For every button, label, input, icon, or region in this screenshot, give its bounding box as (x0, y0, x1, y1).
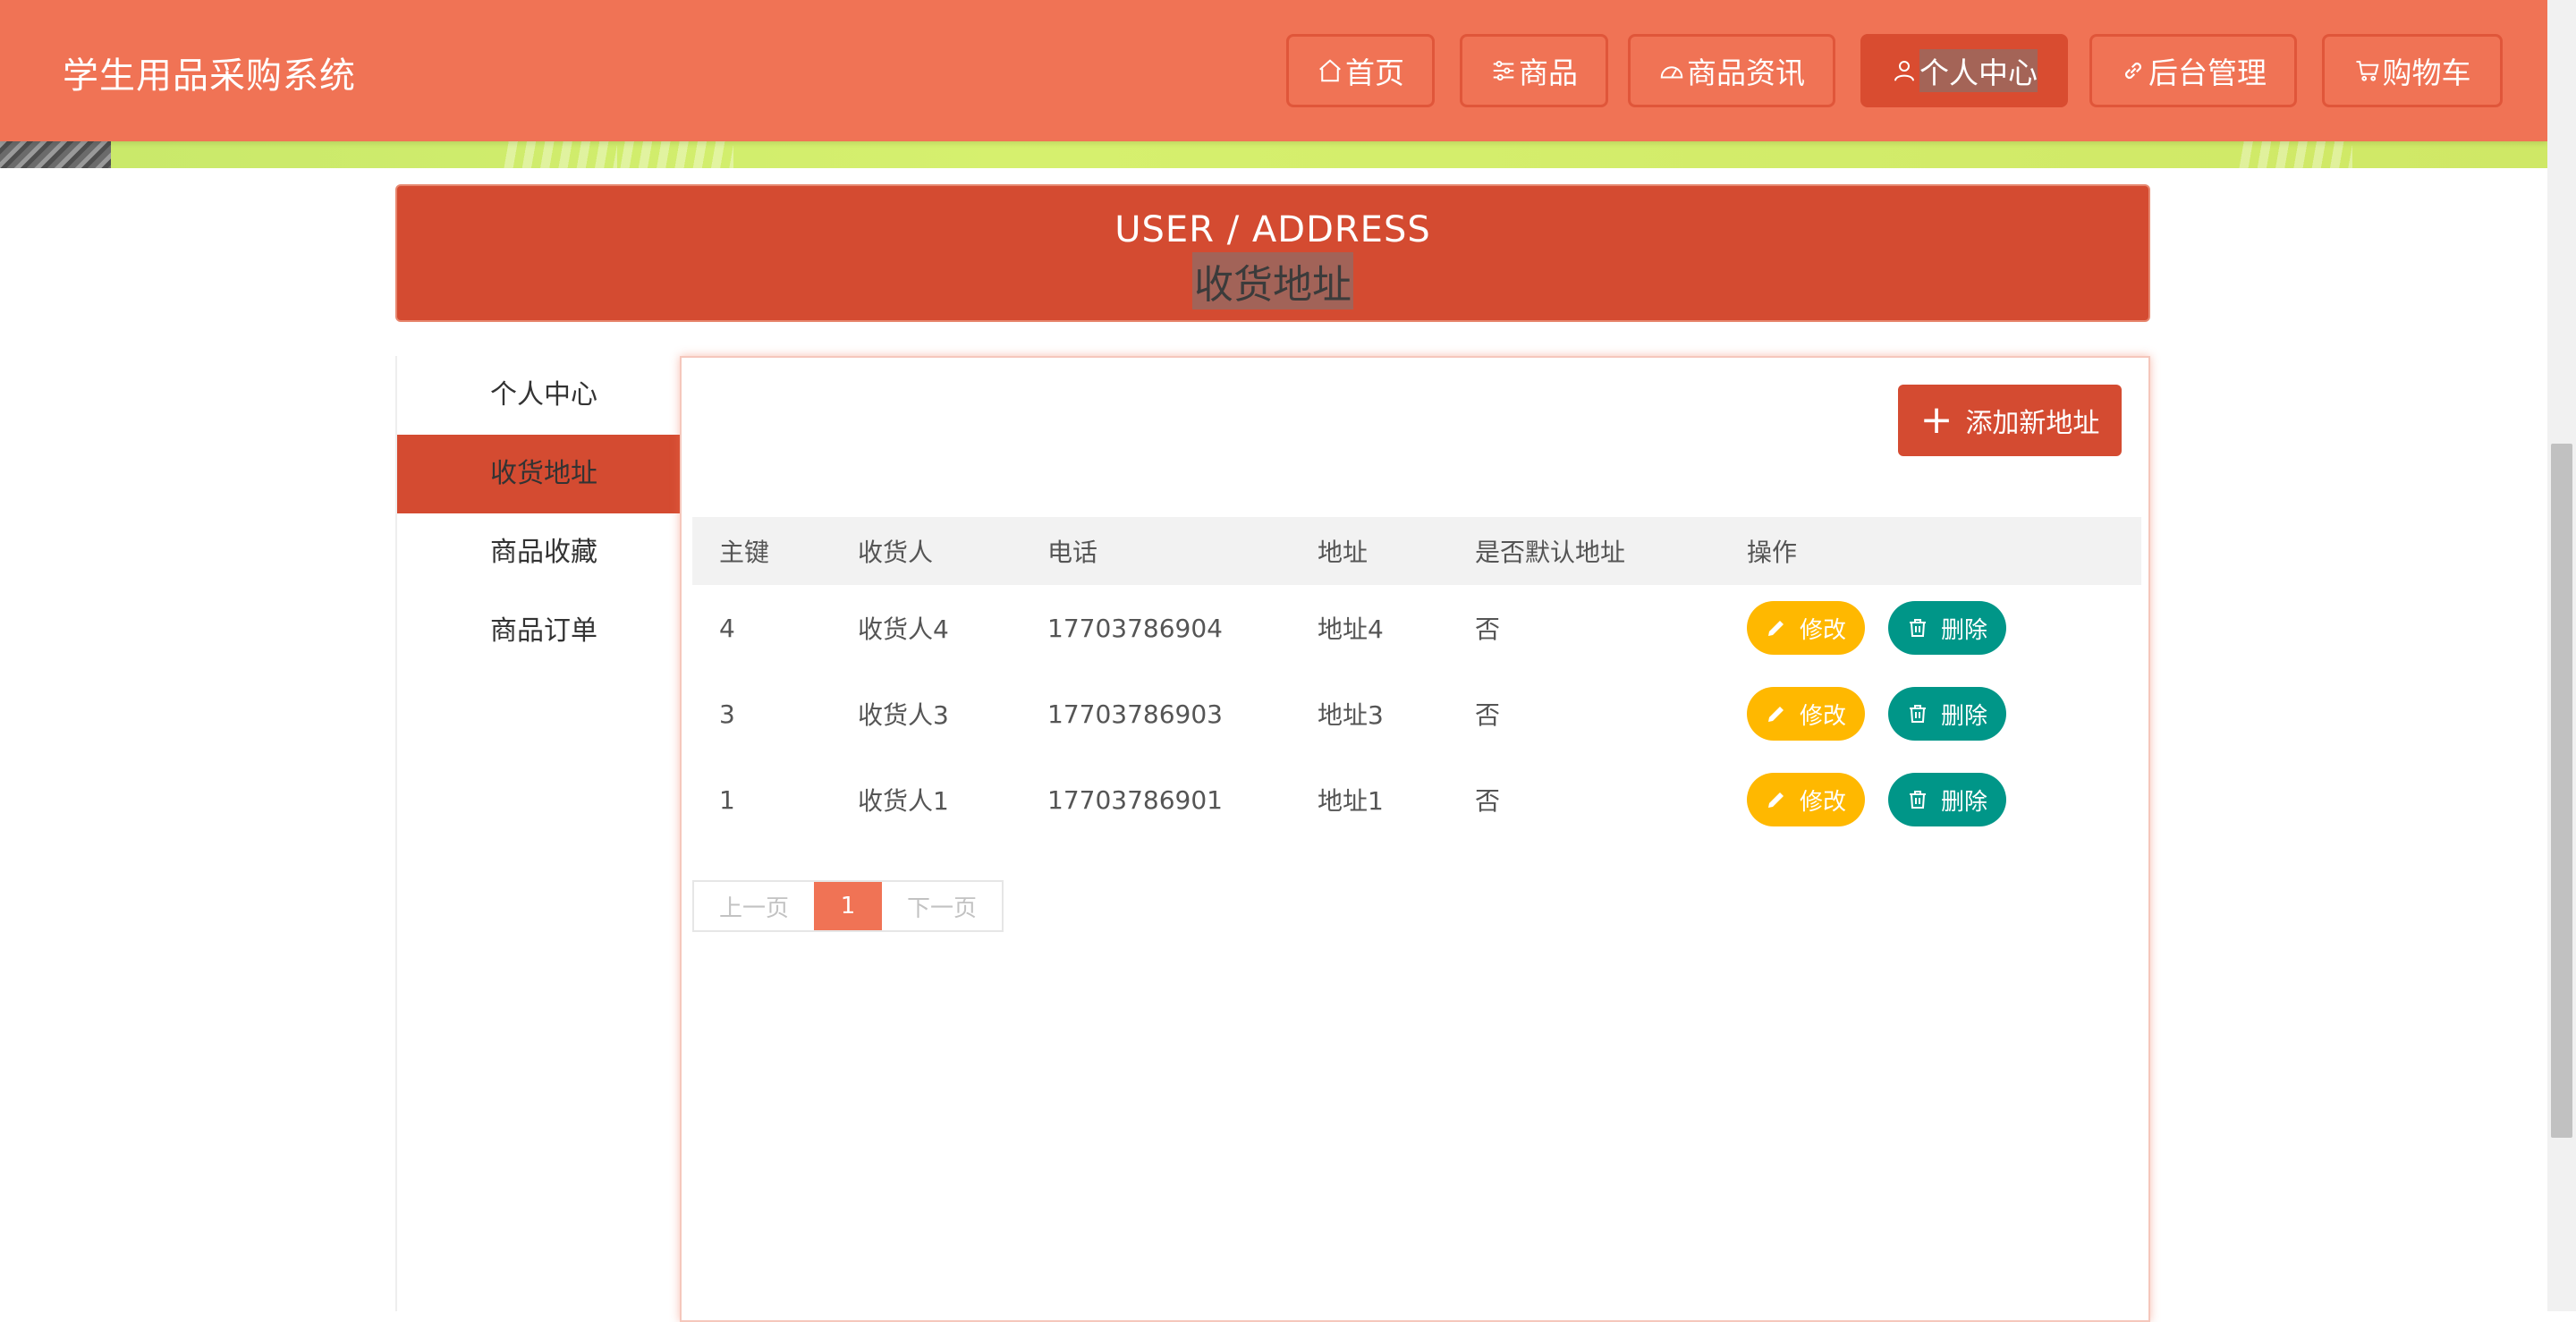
table-row: 4 收货人4 17703786904 地址4 否 修改 删除 (692, 585, 2141, 671)
nav-goods-button[interactable]: 商品 (1460, 34, 1608, 107)
table-row: 1 收货人1 17703786901 地址1 否 修改 删除 (692, 757, 2141, 843)
cart-icon (2356, 61, 2379, 81)
cell-id: 3 (719, 699, 735, 729)
cell-name: 收货人3 (858, 700, 949, 730)
edit-button[interactable]: 修改 (1747, 773, 1865, 826)
table-row: 3 收货人3 17703786903 地址3 否 修改 删除 (692, 671, 2141, 757)
column-header-address: 地址 (1291, 517, 1448, 585)
add-address-button[interactable]: + 添加新地址 (1898, 385, 2122, 456)
column-header-actions: 操作 (1720, 517, 2141, 585)
home-icon (1319, 59, 1341, 82)
column-header-phone: 电话 (1021, 517, 1291, 585)
cell-phone: 17703786904 (1047, 613, 1223, 643)
edit-button[interactable]: 修改 (1747, 601, 1865, 655)
column-header-default: 是否默认地址 (1448, 517, 1720, 585)
column-header-id: 主键 (692, 517, 831, 585)
cell-address: 地址4 (1318, 614, 1384, 644)
add-address-label: 添加新地址 (1965, 408, 2100, 439)
cell-actions: 修改 删除 (1720, 585, 2141, 671)
sliders-icon (1493, 61, 1514, 81)
edit-button[interactable]: 修改 (1747, 687, 1865, 741)
trash-icon (1909, 619, 1926, 637)
page-heading-en: USER / ADDRESS (1114, 209, 1431, 250)
cell-default: 否 (1475, 614, 1501, 644)
cell-default: 否 (1475, 700, 1501, 730)
cell-address: 地址3 (1318, 700, 1384, 730)
delete-label: 删除 (1940, 788, 1987, 816)
pagination: 上一页 1 下一页 (692, 880, 1004, 932)
sidebar-item-address[interactable]: 收货地址 (397, 435, 682, 513)
column-header-name: 收货人 (831, 517, 1021, 585)
nav-news-label: 商品资讯 (1687, 55, 1805, 90)
nav-cart-label: 购物车 (2382, 55, 2471, 90)
user-sidebar: 个人中心 收货地址 商品收藏 商品订单 (395, 356, 682, 1311)
pencil-icon (1767, 707, 1784, 722)
cell-name: 收货人4 (858, 614, 949, 644)
nav-admin-label: 后台管理 (2148, 55, 2267, 90)
pencil-icon (1767, 792, 1784, 808)
nav-admin-button[interactable]: 后台管理 (2089, 34, 2297, 107)
cell-actions: 修改 删除 (1720, 671, 2141, 757)
nav-news-button[interactable]: 商品资讯 (1628, 34, 1835, 107)
cell-name: 收货人1 (858, 786, 949, 816)
address-table: 主键 收货人 电话 地址 是否默认地址 操作 4 收货人4 1770378690… (692, 517, 2141, 843)
trash-icon (1909, 791, 1926, 809)
table-header-row: 主键 收货人 电话 地址 是否默认地址 操作 (692, 517, 2141, 585)
sidebar-item-user-center[interactable]: 个人中心 (397, 356, 682, 435)
cell-id: 1 (719, 784, 735, 815)
address-panel: + 添加新地址 主键 收货人 电话 地址 是否默认地址 操作 4 收货人4 17… (680, 356, 2150, 1322)
page-heading-cn: 收货地址 (1192, 252, 1353, 309)
cell-id: 4 (719, 613, 735, 643)
user-icon (1894, 61, 1914, 81)
nav-user-center-label: 个人中心 (1919, 49, 2038, 92)
plus-icon: + (1919, 397, 1953, 443)
page-scrollbar[interactable] (2547, 0, 2576, 1311)
delete-button[interactable]: 删除 (1888, 687, 2006, 741)
cell-address: 地址1 (1318, 786, 1384, 816)
cell-actions: 修改 删除 (1720, 757, 2141, 843)
nav-user-center-button[interactable]: 个人中心 (1860, 34, 2068, 107)
cell-default: 否 (1475, 786, 1501, 816)
nav-goods-label: 商品 (1519, 55, 1578, 90)
cell-phone: 17703786901 (1047, 784, 1223, 815)
delete-button[interactable]: 删除 (1888, 773, 2006, 826)
pager-page-current[interactable]: 1 (814, 882, 882, 930)
pager-prev-button[interactable]: 上一页 (694, 882, 814, 930)
nav-cart-button[interactable]: 购物车 (2322, 34, 2503, 107)
edit-label: 修改 (1799, 616, 1846, 644)
edit-label: 修改 (1799, 788, 1846, 816)
scrollbar-thumb[interactable] (2551, 444, 2572, 1138)
edit-label: 修改 (1799, 702, 1846, 730)
sidebar-item-favorites[interactable]: 商品收藏 (397, 513, 682, 592)
delete-button[interactable]: 删除 (1888, 601, 2006, 655)
trash-icon (1909, 705, 1926, 723)
page-heading: USER / ADDRESS 收货地址 (395, 184, 2150, 322)
delete-label: 删除 (1940, 702, 1987, 730)
sidebar-item-orders[interactable]: 商品订单 (397, 592, 682, 671)
pencil-icon (1767, 621, 1784, 636)
cell-phone: 17703786903 (1047, 699, 1223, 729)
pager-next-button[interactable]: 下一页 (882, 882, 1002, 930)
nav-home-label: 首页 (1345, 55, 1404, 90)
top-navbar: 学生用品采购系统 首页 商品 商品资讯 个人中心 后台管理 购物车 (0, 0, 2547, 141)
nav-home-button[interactable]: 首页 (1286, 34, 1435, 107)
site-title: 学生用品采购系统 (63, 55, 356, 97)
delete-label: 删除 (1940, 616, 1987, 644)
gauge-icon (1660, 66, 1683, 79)
link-icon (2125, 63, 2141, 79)
